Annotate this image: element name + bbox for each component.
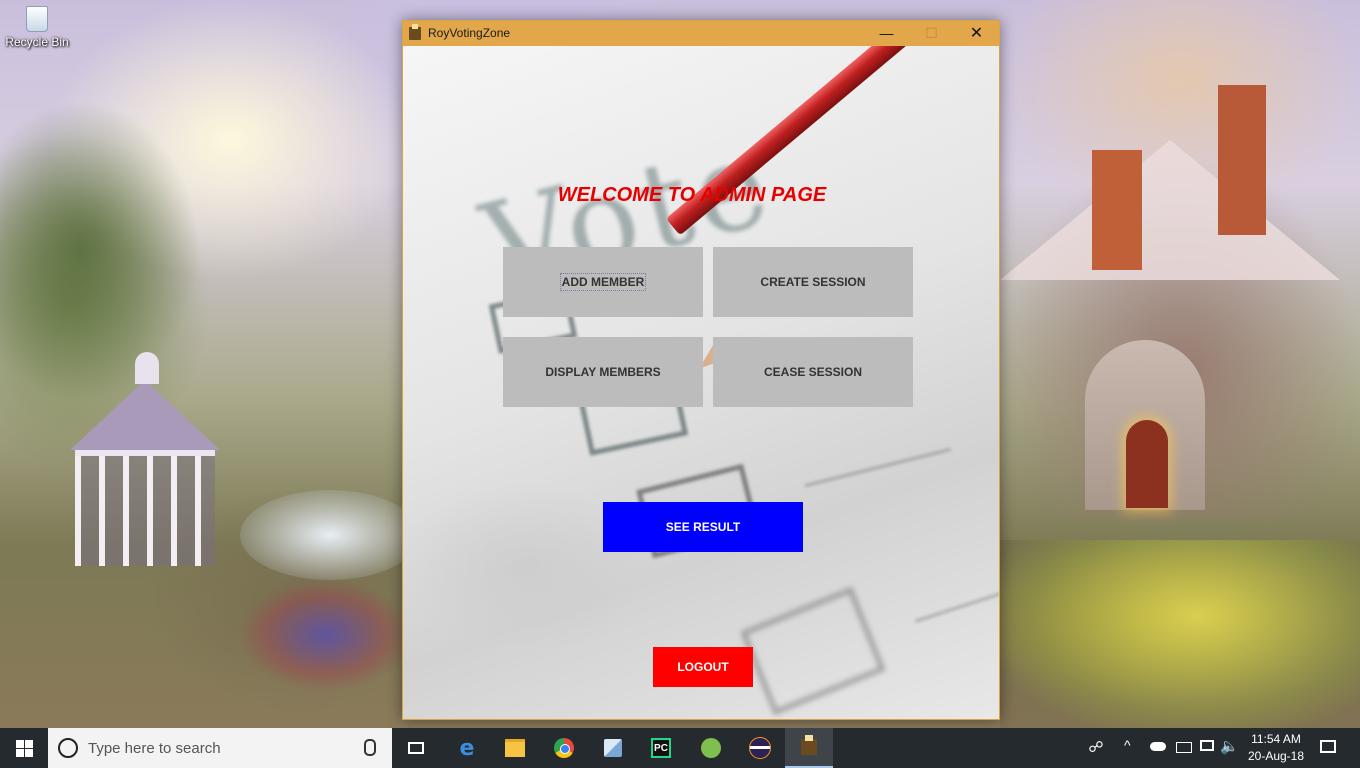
create-session-button[interactable]: CREATE SESSION	[713, 247, 913, 317]
volume-icon[interactable]: 🔈	[1220, 737, 1239, 755]
people-icon[interactable]: ☍	[1086, 738, 1106, 758]
taskbar: Type here to search e PC ☍ ^ 🔈 11:54 AM …	[0, 728, 1360, 768]
ballot-text-illustration	[804, 447, 952, 488]
app-window: RoyVotingZone — ☐ ✕ Vote WELCOME TO ADMI…	[402, 20, 1000, 720]
windows-logo-icon	[15, 739, 33, 757]
add-member-label: ADD MEMBER	[559, 273, 647, 291]
ballot-box-icon	[409, 24, 421, 40]
recycle-bin-label: Recycle Bin	[5, 35, 69, 49]
wallpaper-chimney	[1092, 150, 1142, 270]
microphone-icon[interactable]	[364, 739, 376, 756]
wallpaper-cottage-door	[1126, 420, 1168, 508]
wallpaper-gazebo	[75, 450, 215, 566]
ballot-text-illustration	[914, 592, 999, 623]
chrome-icon[interactable]	[540, 728, 588, 768]
onedrive-cloud-icon[interactable]	[1150, 742, 1166, 751]
recycle-bin-shortcut[interactable]: Recycle Bin	[4, 6, 70, 58]
cortana-icon	[58, 738, 78, 758]
window-title: RoyVotingZone	[428, 26, 511, 40]
admin-panel: Vote WELCOME TO ADMIN PAGE ADD MEMBER CR…	[403, 46, 999, 719]
taskbar-search-box[interactable]: Type here to search	[48, 728, 392, 768]
wallpaper-stream	[240, 490, 420, 580]
cube-app-icon[interactable]	[589, 728, 637, 768]
file-explorer-icon[interactable]	[491, 728, 539, 768]
wallpaper-flowers	[240, 580, 410, 690]
pycharm-icon[interactable]: PC	[637, 728, 685, 768]
see-result-label: SEE RESULT	[665, 520, 741, 534]
roy-voting-zone-icon[interactable]	[785, 728, 833, 768]
wallpaper-gazebo-cupola	[135, 352, 159, 384]
logout-label: LOGOUT	[677, 660, 729, 674]
network-icon[interactable]	[1200, 740, 1214, 751]
wallpaper-chimney	[1218, 85, 1266, 235]
wallpaper-lawn	[1000, 540, 1360, 728]
clock-date[interactable]: 20-Aug-18	[1242, 749, 1310, 763]
window-titlebar[interactable]: RoyVotingZone — ☐ ✕	[403, 21, 999, 46]
recycle-bin-icon	[26, 6, 48, 32]
maximize-button[interactable]: ☐	[909, 21, 954, 46]
edge-icon[interactable]: e	[443, 728, 491, 768]
see-result-button[interactable]: SEE RESULT	[603, 502, 803, 552]
cease-session-label: CEASE SESSION	[763, 365, 863, 379]
action-center-icon[interactable]	[1320, 740, 1336, 753]
eclipse-icon[interactable]	[736, 728, 784, 768]
pycharm-label: PC	[651, 738, 671, 758]
page-title: WELCOME TO ADMIN PAGE	[557, 184, 827, 206]
create-session-label: CREATE SESSION	[760, 275, 866, 289]
minimize-button[interactable]: —	[864, 21, 909, 46]
battery-icon[interactable]	[1176, 742, 1192, 753]
search-placeholder: Type here to search	[88, 740, 221, 757]
chevron-up-icon[interactable]: ^	[1124, 737, 1131, 753]
android-studio-icon[interactable]	[687, 728, 735, 768]
task-view-icon[interactable]	[392, 728, 440, 768]
logout-button[interactable]: LOGOUT	[653, 647, 753, 687]
ballot-checkbox-illustration	[740, 586, 886, 716]
wallpaper-gazebo-roof	[70, 380, 220, 450]
close-button[interactable]: ✕	[954, 21, 999, 46]
display-members-button[interactable]: DISPLAY MEMBERS	[503, 337, 703, 407]
display-members-label: DISPLAY MEMBERS	[545, 365, 661, 379]
clock-time[interactable]: 11:54 AM	[1246, 732, 1306, 746]
wallpaper-cottage-roof	[1000, 140, 1340, 280]
add-member-button[interactable]: ADD MEMBER	[503, 247, 703, 317]
wallpaper-trees	[0, 100, 200, 400]
cease-session-button[interactable]: CEASE SESSION	[713, 337, 913, 407]
start-button[interactable]	[0, 728, 48, 768]
